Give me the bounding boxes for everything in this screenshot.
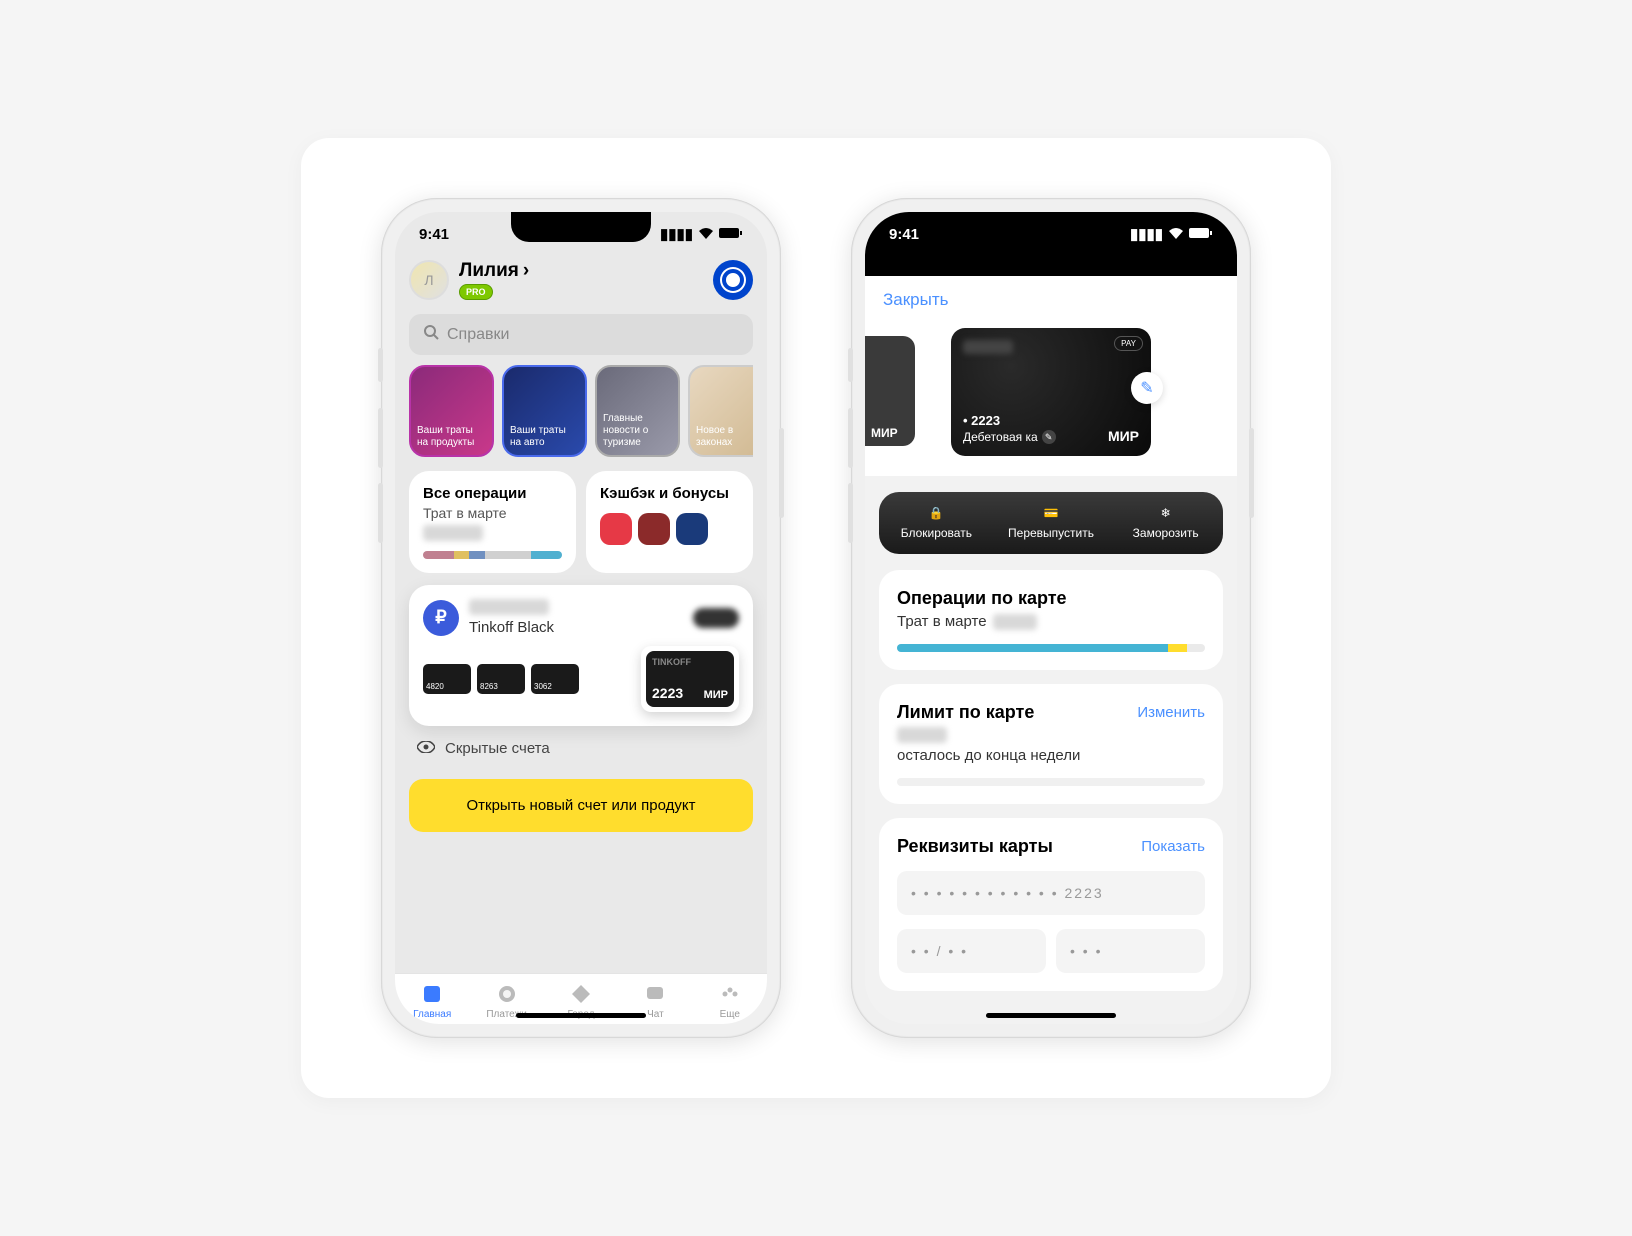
expiry-field[interactable]: • • / • • [897,929,1046,973]
card-brand-redacted [963,340,1013,354]
amount-redacted [423,525,483,541]
tab-home[interactable]: Главная [395,982,469,1020]
card-last4: • 2223 [963,413,1139,428]
reissue-button[interactable]: 💳Перевыпустить [994,506,1109,540]
wifi-icon [698,226,714,243]
story-item[interactable]: Главные новости о туризме [595,365,680,457]
open-product-button[interactable]: Открыть новый счет или продукт [409,779,753,832]
req-title: Реквизиты карты [897,836,1053,857]
ops-title: Операции по карте [897,588,1205,609]
prev-card-sliver[interactable]: МИР [865,336,915,446]
limit-amount-redacted [897,727,947,743]
user-name-link[interactable]: Лилия › [459,260,529,282]
partner-icon [638,513,670,545]
home-indicator[interactable] [516,1013,646,1018]
lock-icon: 🔒 [929,506,944,520]
battery-icon [719,226,743,243]
operations-card[interactable]: Все операции Трат в марте [409,471,576,573]
city-icon [569,982,593,1006]
spend-chart [423,551,562,559]
eye-icon [417,740,435,757]
amount-redacted [993,614,1037,630]
reissue-icon: 💳 [1044,506,1059,520]
cellular-icon: ▮▮▮▮ [1130,225,1163,243]
card-scheme: МИР [1108,428,1139,444]
card-operations-section[interactable]: Операции по карте Трат в марте [879,570,1223,670]
phone-frame-detail: 9:41 ▮▮▮▮ Закрыть МИР PAY ✎ [851,198,1251,1038]
snowflake-icon: ❄ [1161,506,1171,520]
pencil-icon: ✎ [1140,378,1153,398]
balance-redacted [469,599,549,615]
stories-row[interactable]: Ваши траты на продукты Ваши траты на авт… [409,365,753,457]
status-time: 9:41 [889,226,919,243]
avatar[interactable]: Л [409,260,449,300]
notch [981,212,1121,242]
limit-subtitle: осталось до конца недели [897,747,1205,764]
block-button[interactable]: 🔒Блокировать [879,506,994,540]
card-limit-section[interactable]: Лимит по карте Изменить осталось до конца… [879,684,1223,804]
freeze-button[interactable]: ❄Заморозить [1108,506,1223,540]
battery-icon [1189,226,1213,243]
cashback-title: Кэшбэк и бонусы [600,485,739,503]
ops-subtitle: Трат в марте [897,613,987,630]
operations-title: Все операции [423,485,562,503]
card-requisites-section: Реквизиты карты Показать • • • • • • • • … [879,818,1223,991]
notifications-button[interactable] [713,260,753,300]
account-card[interactable]: ₽ Tinkoff Black 4820 8263 3062 [409,585,753,726]
search-placeholder: Справки [447,326,509,344]
tab-more[interactable]: Еще [693,982,767,1020]
ruble-icon: ₽ [423,600,459,636]
home-indicator[interactable] [986,1013,1116,1018]
limit-progress [897,778,1205,786]
search-input[interactable]: Справки [409,314,753,355]
close-button[interactable]: Закрыть [865,276,1237,318]
mini-card[interactable]: 3062 [531,664,579,694]
more-icon [718,982,742,1006]
partner-icon [600,513,632,545]
wifi-icon [1168,226,1184,243]
pay-badge: PAY [1114,336,1143,351]
selected-card[interactable]: TINKOFF 2223 МИР [641,646,739,712]
cvv-field[interactable]: • • • [1056,929,1205,973]
mini-card[interactable]: 4820 [423,664,471,694]
phone-frame-home: 9:41 ▮▮▮▮ Л Лилия › PRO [381,198,781,1038]
payments-icon [495,982,519,1006]
story-item[interactable]: Ваши траты на авто [502,365,587,457]
pro-badge: PRO [459,284,493,300]
ops-progress [897,644,1205,652]
cashback-partners [600,513,739,545]
hero-card[interactable]: PAY ✎ • 2223 Дебетовая ка ✎ МИР [951,328,1151,456]
limit-change-link[interactable]: Изменить [1137,704,1205,721]
status-icons: ▮▮▮▮ [1130,225,1213,243]
partner-icon [676,513,708,545]
home-icon [420,982,444,1006]
edit-card-button[interactable]: ✎ [1131,372,1163,404]
cellular-icon: ▮▮▮▮ [660,225,693,243]
card-actions: 🔒Блокировать 💳Перевыпустить ❄Заморозить [879,492,1223,554]
edit-name-icon[interactable]: ✎ [1042,430,1056,444]
limit-title: Лимит по карте [897,702,1034,723]
chat-icon [643,982,667,1006]
status-icons: ▮▮▮▮ [660,225,743,243]
search-icon [423,324,439,345]
story-item[interactable]: Ваши траты на продукты [409,365,494,457]
pan-field[interactable]: • • • • • • • • • • • • 2223 [897,871,1205,915]
account-name: Tinkoff Black [469,619,683,636]
operations-subtitle: Трат в марте [423,505,562,521]
notch [511,212,651,242]
status-time: 9:41 [419,226,449,243]
card-hero: МИР PAY ✎ • 2223 Дебетовая ка ✎ МИР [865,318,1237,476]
balance-pill-redacted [693,608,739,628]
cashback-card[interactable]: Кэшбэк и бонусы [586,471,753,573]
card-type: Дебетовая ка [963,430,1038,444]
chevron-right-icon: › [523,260,529,282]
mini-card[interactable]: 8263 [477,664,525,694]
req-show-link[interactable]: Показать [1141,838,1205,855]
story-item[interactable]: Новое в законах [688,365,753,457]
hidden-accounts-link[interactable]: Скрытые счета [409,726,753,771]
